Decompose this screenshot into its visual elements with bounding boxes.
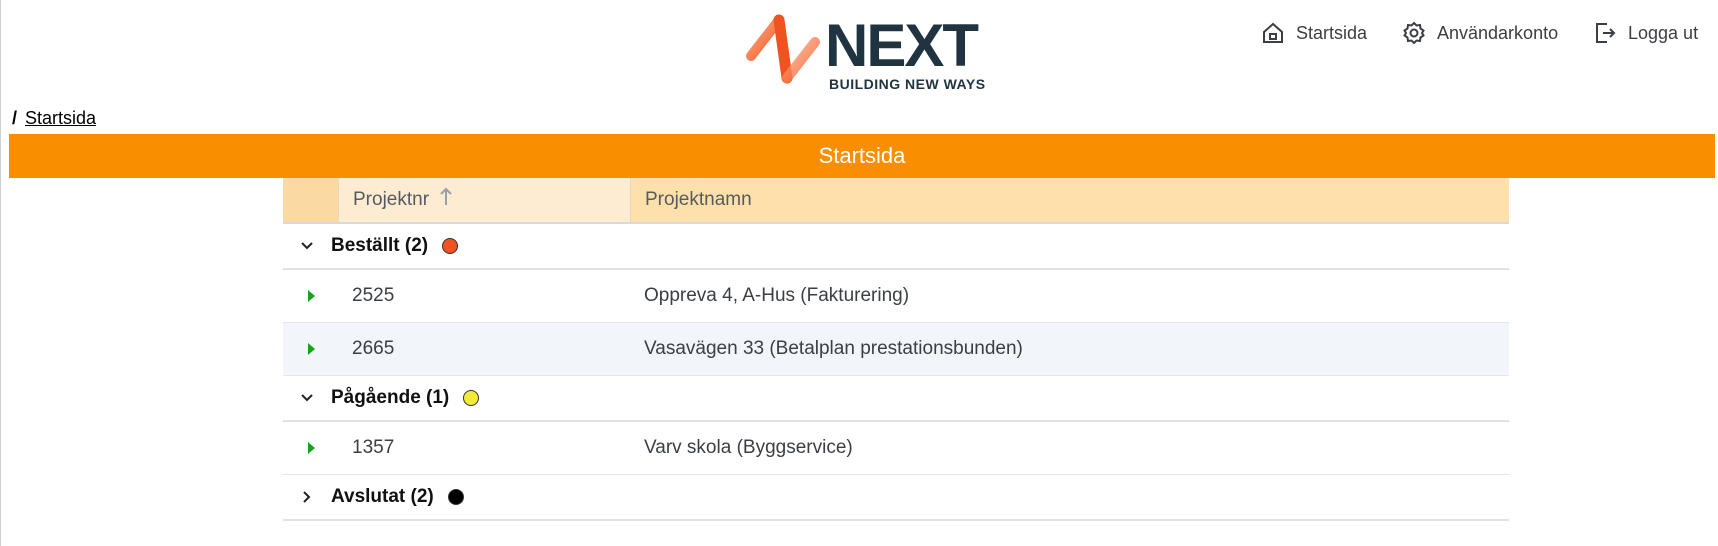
cell-projektnamn: Vasavägen 33 (Betalplan prestationsbunde…: [644, 338, 1023, 359]
chevron-down-icon[interactable]: [283, 393, 331, 403]
expand-arrow-icon[interactable]: [283, 441, 338, 455]
header-expand-column: [283, 178, 339, 222]
table-row[interactable]: 2665 Vasavägen 33 (Betalplan prestations…: [283, 323, 1509, 376]
page-title-bar: Startsida: [9, 134, 1715, 178]
cell-projektnr: 1357: [352, 437, 395, 458]
table-row[interactable]: 1357 Varv skola (Byggservice): [283, 422, 1509, 475]
logout-icon: [1592, 20, 1618, 46]
column-header-projektnamn-label: Projektnamn: [645, 189, 752, 210]
expand-arrow-icon[interactable]: [283, 289, 338, 303]
logo-mark: [746, 14, 820, 84]
header: NEXT BUILDING NEW WAYS Startsida Använda…: [0, 0, 1718, 102]
group-label: Pågående (1): [331, 387, 450, 408]
column-header-projektnr[interactable]: Projektnr: [339, 178, 631, 222]
logo[interactable]: NEXT BUILDING NEW WAYS: [743, 12, 1013, 96]
cell-projektnamn: Varv skola (Byggservice): [644, 437, 853, 458]
chevron-down-icon[interactable]: [283, 241, 331, 251]
breadcrumb: / Startsida: [12, 108, 96, 129]
nav-home-label: Startsida: [1296, 22, 1368, 43]
status-dot-ongoing: [463, 390, 480, 406]
logo-tagline: BUILDING NEW WAYS: [829, 76, 986, 92]
nav-logout[interactable]: Logga ut: [1592, 18, 1698, 48]
sort-ascending-icon: [439, 187, 453, 213]
group-row-pagaende[interactable]: Pågående (1): [283, 376, 1509, 422]
group-label: Avslutat (2): [331, 486, 434, 507]
column-header-projektnr-label: Projektnr: [353, 189, 430, 210]
chevron-right-icon[interactable]: [283, 490, 331, 504]
group-label: Beställt (2): [331, 235, 429, 256]
breadcrumb-link-home[interactable]: Startsida: [25, 108, 96, 129]
nav-account-label: Användarkonto: [1437, 22, 1559, 43]
home-icon: [1260, 20, 1286, 46]
cell-projektnr: 2665: [352, 338, 395, 359]
group-row-bestallt[interactable]: Beställt (2): [283, 224, 1509, 270]
status-dot-closed: [447, 489, 464, 505]
table-header: Projektnr Projektnamn: [283, 178, 1509, 224]
page-title: Startsida: [818, 143, 906, 168]
expand-arrow-icon[interactable]: [283, 342, 338, 356]
status-dot-ordered: [442, 238, 459, 254]
cell-projektnamn: Oppreva 4, A-Hus (Fakturering): [644, 285, 910, 306]
logo-wordmark: NEXT: [825, 12, 979, 79]
nav-home[interactable]: Startsida: [1260, 18, 1367, 48]
group-row-avslutat[interactable]: Avslutat (2): [283, 475, 1509, 521]
nav-account[interactable]: Användarkonto: [1401, 18, 1558, 48]
gear-icon: [1401, 20, 1427, 46]
table-row[interactable]: 2525 Oppreva 4, A-Hus (Fakturering): [283, 270, 1509, 323]
projects-table: Projektnr Projektnamn Beställt (2) 2525 …: [283, 178, 1509, 521]
cell-projektnr: 2525: [352, 285, 395, 306]
breadcrumb-separator: /: [12, 108, 18, 128]
column-header-projektnamn[interactable]: Projektnamn: [631, 178, 1509, 222]
nav-logout-label: Logga ut: [1628, 22, 1699, 43]
